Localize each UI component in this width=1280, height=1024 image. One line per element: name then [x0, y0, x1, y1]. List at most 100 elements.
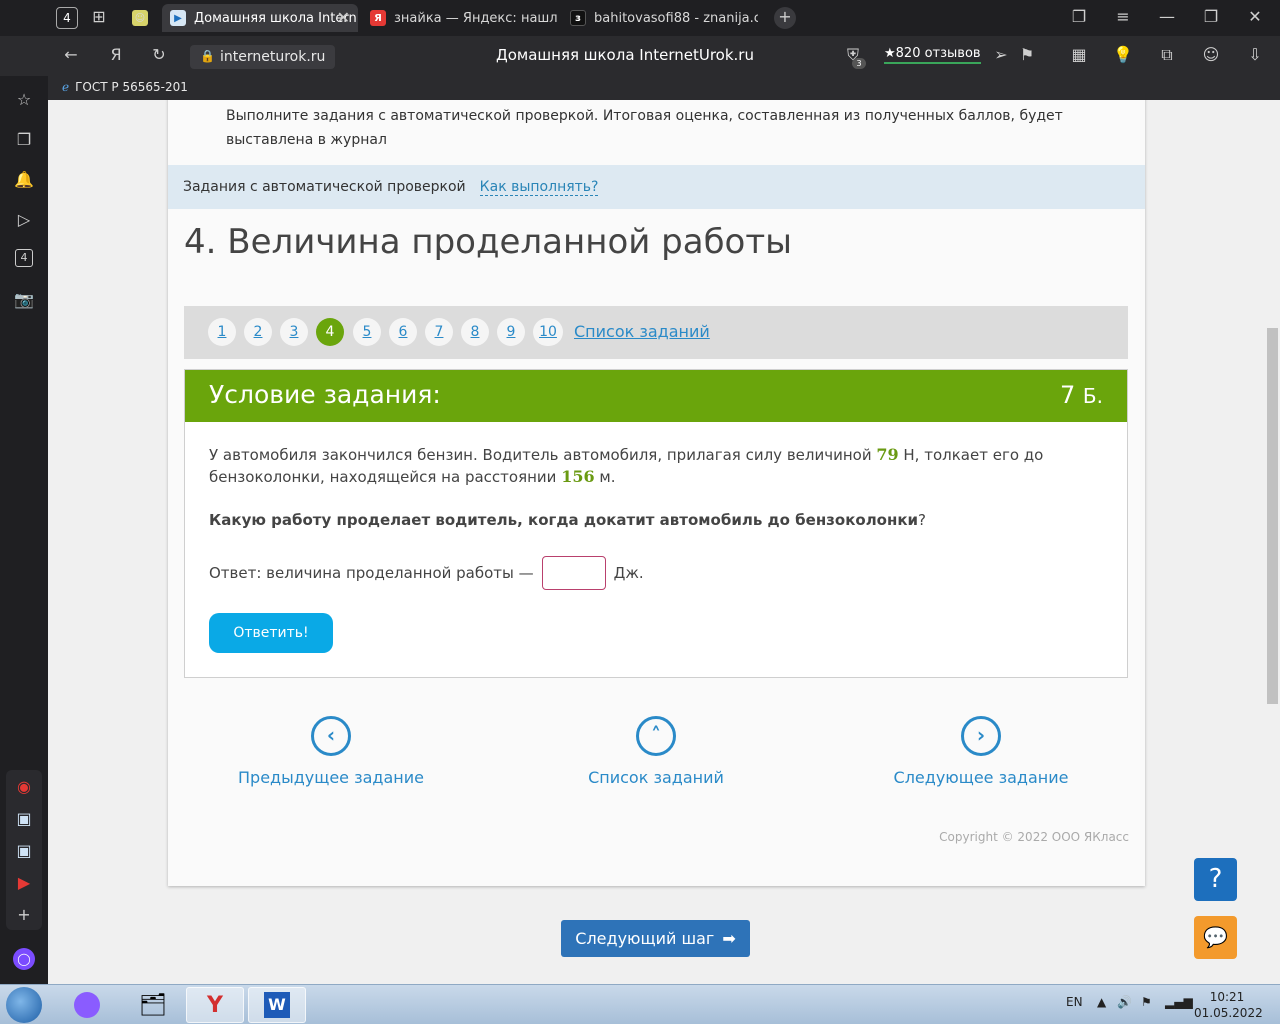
- prev-task-label[interactable]: Предыдущее задание: [211, 768, 451, 787]
- menu-hamburger-icon[interactable]: ≡: [1112, 7, 1134, 29]
- prev-task-nav[interactable]: ‹ Предыдущее задание: [211, 716, 451, 787]
- tab-title: знайка — Яндекс: нашлос: [394, 10, 558, 26]
- browser-sidebar: 👤 🕒 ☆ ❐ 🔔 ▷ 4 📷 ◉ ▣ ▣ ▶ + ◯: [0, 0, 48, 984]
- chevron-right-icon[interactable]: ›: [961, 716, 1001, 756]
- interneturok-app-icon[interactable]: ▣: [13, 808, 35, 830]
- pager-item-10[interactable]: 10: [533, 318, 563, 346]
- gallery-extension-icon[interactable]: ▦: [1068, 45, 1090, 67]
- copyright-text: Copyright © 2022 ООО ЯКласс: [939, 830, 1129, 844]
- network-signal-icon[interactable]: ▂▄▆: [1165, 995, 1193, 1009]
- next-task-label[interactable]: Следующее задание: [861, 768, 1101, 787]
- pager-item-3[interactable]: 3: [280, 318, 308, 346]
- chat-button[interactable]: 💬: [1194, 916, 1237, 959]
- pager-item-6[interactable]: 6: [389, 318, 417, 346]
- question-text: Какую работу проделает водитель, когда д…: [209, 511, 919, 529]
- new-tab-plus-icon[interactable]: +: [774, 7, 796, 29]
- pager-item-1[interactable]: 1: [208, 318, 236, 346]
- intro-text: Выполните задания с автоматической прове…: [226, 108, 1063, 148]
- bookmark-flag-icon[interactable]: ⚑: [1016, 45, 1038, 67]
- condition-text-3: м.: [599, 468, 616, 486]
- yandex-logo-icon[interactable]: Я: [105, 45, 127, 67]
- chat-bubbles-icon: 💬: [1203, 925, 1228, 949]
- back-arrow-icon[interactable]: ←: [60, 45, 82, 67]
- task-list-link[interactable]: Список заданий: [574, 322, 710, 341]
- volume-icon[interactable]: 🔊: [1117, 995, 1132, 1009]
- keyboard-language[interactable]: EN: [1066, 995, 1083, 1009]
- close-tab-icon[interactable]: ✕: [337, 8, 350, 27]
- interneturok-app-icon-2[interactable]: ▣: [13, 840, 35, 862]
- notifications-bell-icon[interactable]: 🔔: [13, 169, 35, 191]
- pager-item-9[interactable]: 9: [497, 318, 525, 346]
- tab-manager-icon[interactable]: ❐: [1068, 7, 1090, 29]
- task-header-title: Условие задания:: [209, 380, 441, 409]
- task-panel: Условие задания: 7 Б. У автомобиля закон…: [184, 369, 1128, 678]
- pinned-tab-favicon-icon: ☺: [132, 10, 148, 26]
- arrow-right-icon: ➡: [722, 929, 736, 948]
- task-list-label[interactable]: Список заданий: [536, 768, 776, 787]
- tray-expand-icon[interactable]: ▲: [1097, 995, 1106, 1009]
- tab-znanija[interactable]: з bahitovasofi88 - znanija.co: [562, 4, 758, 32]
- answer-input[interactable]: [541, 556, 606, 590]
- pager-item-2[interactable]: 2: [244, 318, 272, 346]
- task-header: Условие задания: 7 Б.: [185, 370, 1127, 422]
- taskbar-yandex-browser[interactable]: Y: [186, 987, 244, 1023]
- edge-favicon-icon: ℯ: [62, 80, 70, 94]
- tab-pinned[interactable]: ☺: [124, 4, 160, 32]
- restore-window-icon[interactable]: ❐: [1200, 7, 1222, 29]
- tab-interneturok[interactable]: ▶ Домашняя школа Intern ✕: [162, 4, 358, 32]
- tabs-counter-icon[interactable]: 4: [15, 249, 33, 267]
- pager-item-4-current[interactable]: 4: [316, 318, 344, 346]
- task-list-nav[interactable]: ˄ Список заданий: [536, 716, 776, 787]
- chevron-up-icon[interactable]: ˄: [636, 716, 676, 756]
- close-window-icon[interactable]: ✕: [1244, 7, 1266, 29]
- os-taskbar: 🗂 Y W EN ▲ 🔊 ⚑ ▂▄▆ 10:21 01.05.2022: [0, 984, 1280, 1024]
- lock-icon: 🔒: [200, 49, 215, 63]
- pager-item-7[interactable]: 7: [425, 318, 453, 346]
- system-clock[interactable]: 10:21 01.05.2022: [1194, 989, 1263, 1021]
- how-to-link[interactable]: Как выполнять?: [479, 179, 599, 196]
- action-center-flag-icon[interactable]: ⚑: [1141, 995, 1152, 1009]
- share-icon[interactable]: ➢: [990, 45, 1012, 67]
- tab-yandex[interactable]: Я знайка — Яндекс: нашлос: [362, 4, 558, 32]
- screenshot-icon[interactable]: 📷: [13, 289, 35, 311]
- auto-check-label: Задания с автоматической проверкой: [183, 179, 466, 195]
- pager-item-8[interactable]: 8: [461, 318, 489, 346]
- tab-bar: 4 ⊞ ☺ ▶ Домашняя школа Intern ✕ Я знайка…: [0, 0, 1280, 36]
- avatar-extension-icon[interactable]: ☺: [1200, 45, 1222, 67]
- submit-answer-button[interactable]: Ответить!: [209, 613, 333, 653]
- reload-icon[interactable]: ↻: [148, 45, 170, 67]
- windows-start-icon[interactable]: [6, 987, 42, 1023]
- answer-row: Ответ: величина проделанной работы — Дж.: [209, 556, 644, 590]
- minimize-icon[interactable]: —: [1156, 7, 1178, 29]
- video-play-icon[interactable]: ▷: [13, 209, 35, 231]
- extensions-puzzle-icon[interactable]: ⧉: [1156, 45, 1178, 67]
- pager-item-5[interactable]: 5: [353, 318, 381, 346]
- page-title: 4. Величина проделанной работы: [184, 222, 792, 262]
- tab-counter[interactable]: 4: [56, 7, 78, 29]
- new-tab-group-icon[interactable]: ⊞: [88, 7, 110, 29]
- chevron-left-icon[interactable]: ‹: [311, 716, 351, 756]
- add-app-icon[interactable]: +: [13, 904, 35, 926]
- auto-check-strip: Задания с автоматической проверкой Как в…: [168, 165, 1145, 209]
- next-step-label: Следующий шаг: [575, 929, 715, 948]
- reviews-link[interactable]: ★820 отзывов: [884, 46, 981, 64]
- taskbar-alice[interactable]: [58, 987, 116, 1023]
- taskbar-word[interactable]: W: [248, 987, 306, 1023]
- taskbar-explorer[interactable]: 🗂: [124, 987, 182, 1023]
- bookmark-gost[interactable]: ℯ ГОСТ Р 56565-201: [62, 80, 188, 94]
- downloads-icon[interactable]: ⇩: [1244, 45, 1266, 67]
- task-question: Какую работу проделает водитель, когда д…: [209, 511, 926, 529]
- alice-icon: [74, 992, 100, 1018]
- scrollbar-thumb[interactable]: [1267, 328, 1278, 704]
- next-step-button[interactable]: Следующий шаг ➡: [561, 920, 750, 957]
- collections-icon[interactable]: ❐: [13, 129, 35, 151]
- youtube-music-icon[interactable]: ◉: [13, 776, 35, 798]
- help-button[interactable]: ?: [1194, 858, 1237, 901]
- lesson-card: Выполните задания с автоматической прове…: [168, 100, 1145, 886]
- alice-assistant-icon[interactable]: ◯: [13, 948, 35, 970]
- url-field[interactable]: 🔒 interneturok.ru: [190, 45, 335, 69]
- bookmarks-star-icon[interactable]: ☆: [13, 89, 35, 111]
- lightbulb-icon[interactable]: 💡: [1112, 45, 1134, 67]
- youtube-icon[interactable]: ▶: [13, 872, 35, 894]
- next-task-nav[interactable]: › Следующее задание: [861, 716, 1101, 787]
